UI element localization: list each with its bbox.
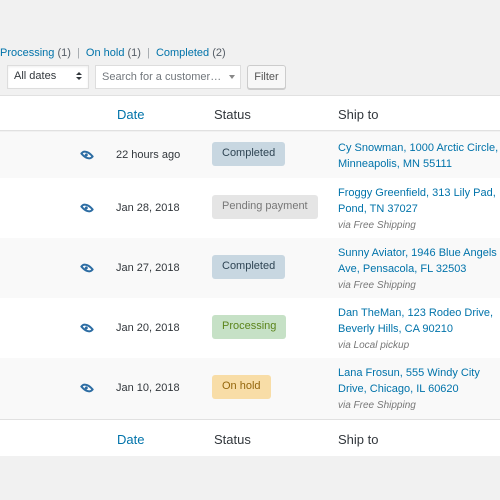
ship-to-address: Sunny Aviator, 1946 Blue Angels Ave, Pens…	[338, 245, 500, 294]
filter-completed-label: Completed	[155, 47, 210, 59]
shipping-method: via Free Shipping	[338, 280, 416, 291]
filter-button[interactable]: Filter	[247, 65, 286, 89]
column-ship-to: Ship to	[338, 432, 379, 447]
order-date: Jan 27, 2018	[116, 262, 180, 274]
filter-on-hold-label: On hold	[85, 47, 125, 59]
shipping-method: via Free Shipping	[338, 220, 416, 231]
table-row: Jan 10, 2018 On hold Lana Frosun, 555 Wi…	[0, 358, 500, 419]
dates-select-value: All dates	[14, 70, 57, 82]
chevron-down-icon	[229, 75, 235, 79]
table-toolbar: All dates Search for a customer… Filter	[7, 65, 286, 89]
ship-to-link[interactable]: Froggy Greenfield, 313 Lily Pad, Pond, TN…	[338, 187, 496, 215]
eye-icon[interactable]	[79, 260, 95, 276]
dates-select[interactable]: All dates	[7, 65, 89, 89]
table-row: Jan 20, 2018 Processing Dan TheMan, 123 …	[0, 298, 500, 358]
ship-to-address: Cy Snowman, 1000 Arctic Circle, Minneapol…	[338, 140, 500, 172]
status-badge: On hold	[212, 375, 271, 399]
ship-to-link[interactable]: Lana Frosun, 555 Windy City Drive, Chicag…	[338, 367, 480, 395]
filter-separator: |	[77, 47, 80, 59]
ship-line-2: Pond, TN 37027	[338, 203, 418, 215]
customer-search-placeholder: Search for a customer…	[102, 71, 222, 83]
table-header: Date Status Ship to	[0, 96, 500, 131]
order-date: 22 hours ago	[116, 149, 181, 161]
column-date-sort[interactable]: Date	[117, 432, 144, 447]
filter-on-hold-count: (1)	[127, 47, 141, 59]
filter-processing-link[interactable]: Processing	[0, 47, 54, 59]
column-date-sort[interactable]: Date	[117, 107, 144, 122]
column-status: Status	[214, 432, 251, 447]
ship-to-link[interactable]: Dan TheMan, 123 Rodeo Drive, Beverly Hill…	[338, 307, 493, 335]
ship-line-1: Lana Frosun, 555 Windy City	[338, 367, 480, 379]
ship-line-1: Dan TheMan, 123 Rodeo Drive,	[338, 307, 494, 319]
eye-icon[interactable]	[79, 200, 95, 216]
ship-line-1: Froggy Greenfield, 313 Lily Pad,	[338, 187, 496, 199]
status-badge: Pending payment	[212, 195, 318, 219]
status-badge: Completed	[212, 142, 286, 166]
status-badge: Completed	[212, 255, 286, 279]
status-badge: Processing	[212, 315, 287, 339]
ship-to-address: Froggy Greenfield, 313 Lily Pad, Pond, TN…	[338, 185, 500, 234]
filter-completed-link[interactable]: Completed	[156, 47, 209, 59]
ship-line-1: Cy Snowman, 1000 Arctic Circle,	[338, 142, 499, 154]
order-date: Jan 20, 2018	[116, 322, 180, 334]
column-status: Status	[214, 107, 251, 122]
table-row: Jan 27, 2018 Completed Sunny Aviator, 19…	[0, 238, 500, 298]
eye-icon[interactable]	[79, 380, 95, 396]
table-row: 22 hours ago Completed Cy Snowman, 1000 …	[0, 132, 500, 178]
ship-to-link[interactable]: Sunny Aviator, 1946 Blue Angels Ave, Pens…	[338, 247, 497, 275]
shipping-method: via Local pickup	[338, 340, 410, 351]
eye-icon[interactable]	[79, 147, 95, 163]
table-footer: Date Status Ship to	[0, 419, 500, 456]
orders-table: Date Status Ship to 22 hours ago Complet…	[0, 95, 500, 456]
ship-line-1: Sunny Aviator, 1946 Blue Angels	[338, 247, 497, 259]
shipping-method: via Free Shipping	[338, 400, 416, 411]
ship-line-2: Drive, Chicago, IL 60620	[338, 383, 459, 395]
customer-search-select[interactable]: Search for a customer…	[95, 65, 241, 89]
filter-processing-count: (1)	[57, 47, 71, 59]
table-row: Jan 28, 2018 Pending payment Froggy Gree…	[0, 178, 500, 238]
ship-line-2: Minneapolis, MN 55111	[338, 158, 452, 170]
order-date: Jan 10, 2018	[116, 382, 180, 394]
status-filter-links: Processing (1) | On hold (1) | Completed…	[0, 47, 226, 59]
column-ship-to: Ship to	[338, 107, 379, 122]
order-date: Jan 28, 2018	[116, 202, 180, 214]
filter-processing-label: Processing	[0, 47, 55, 59]
ship-to-address: Dan TheMan, 123 Rodeo Drive, Beverly Hill…	[338, 305, 500, 354]
filter-separator: |	[147, 47, 150, 59]
eye-icon[interactable]	[79, 320, 95, 336]
ship-to-address: Lana Frosun, 555 Windy City Drive, Chicag…	[338, 365, 500, 414]
ship-line-2: Beverly Hills, CA 90210	[338, 323, 453, 335]
filter-completed-count: (2)	[212, 47, 226, 59]
ship-to-link[interactable]: Cy Snowman, 1000 Arctic Circle, Minneapol…	[338, 142, 498, 170]
filter-on-hold-link[interactable]: On hold	[86, 47, 125, 59]
chevron-updown-icon	[75, 71, 83, 83]
ship-line-2: Ave, Pensacola, FL 32503	[338, 263, 467, 275]
